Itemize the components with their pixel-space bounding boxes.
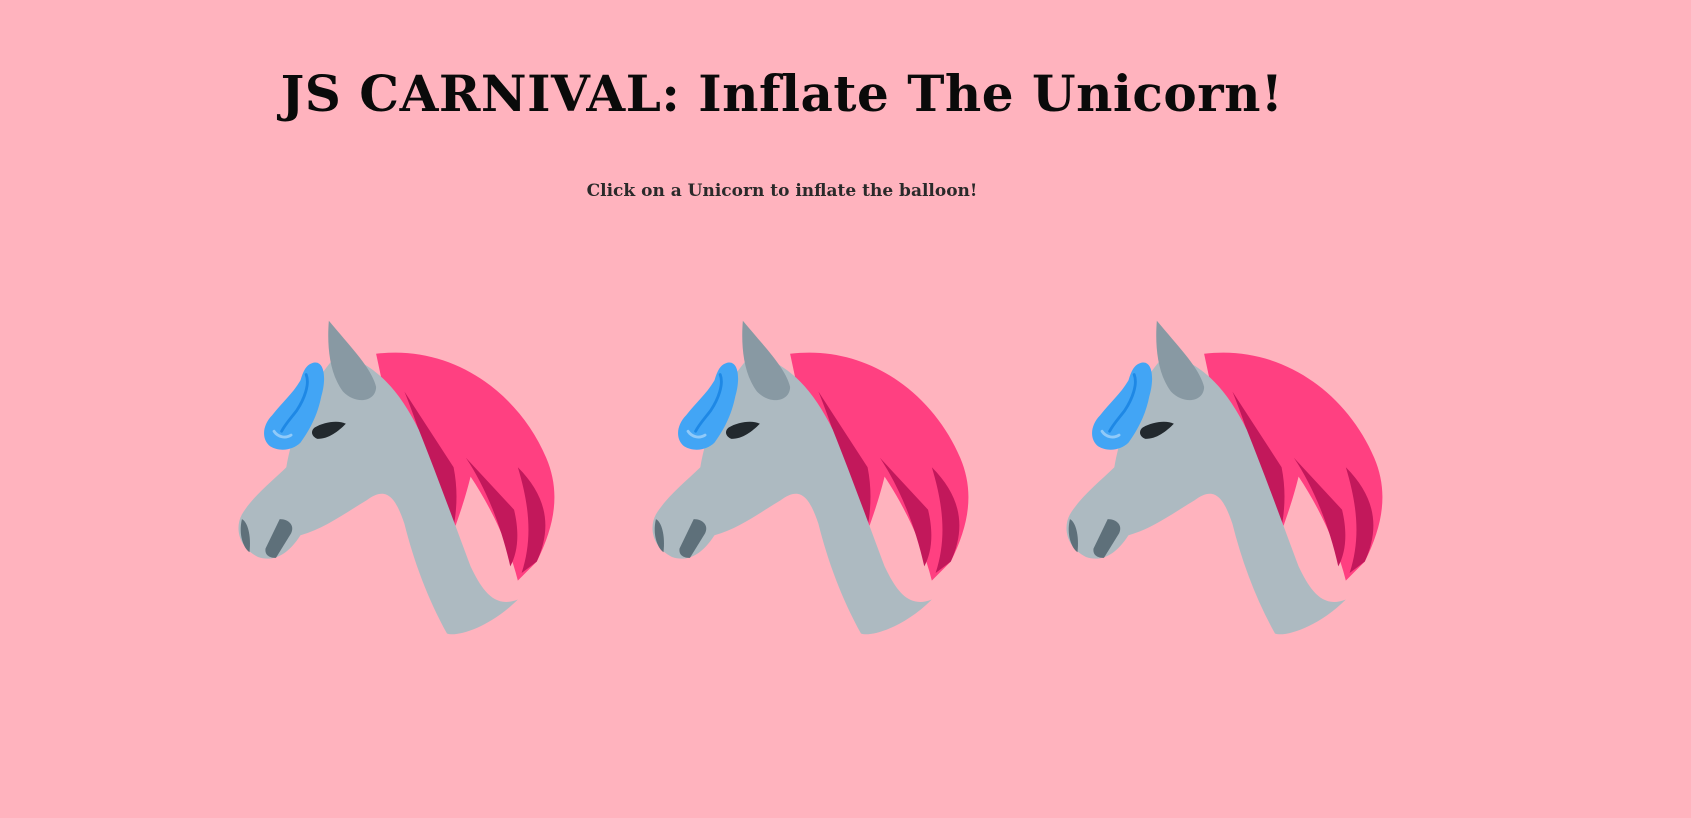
page: JS CARNIVAL: Inflate The Unicorn! Click … [0,0,1691,818]
unicorn-head-icon [651,319,970,636]
unicorn-head-icon [237,319,556,636]
unicorn-3[interactable] [1048,316,1398,642]
page-title: JS CARNIVAL: Inflate The Unicorn! [280,64,1284,123]
unicorn-2[interactable] [634,316,984,642]
instructions-text: Click on a Unicorn to inflate the balloo… [586,181,978,201]
unicorn-1[interactable] [220,316,570,642]
unicorn-head-icon [1065,319,1384,636]
